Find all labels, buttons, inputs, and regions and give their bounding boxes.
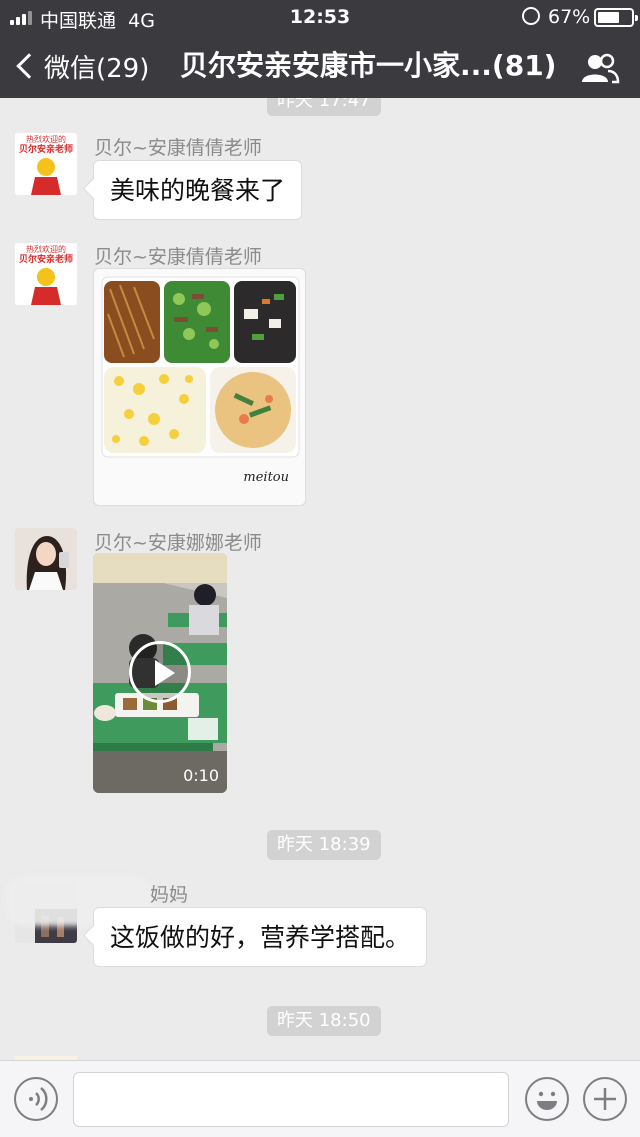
chevron-left-icon: [16, 53, 42, 79]
status-time: 12:53: [289, 6, 351, 28]
avatar-badge-top: 热烈欢迎的: [26, 244, 66, 254]
avatar-badge-bottom: 贝尔安亲老师: [19, 143, 73, 155]
sender-name: 贝尔~安康娜娜老师: [94, 532, 262, 554]
back-label: 微信(29): [44, 53, 150, 84]
video-message[interactable]: 0:10: [93, 553, 227, 793]
dinner-photo: meitou: [101, 276, 300, 485]
avatar-badge-bottom: 贝尔安亲老师: [19, 253, 73, 265]
plus-icon[interactable]: [583, 1077, 627, 1121]
avatar[interactable]: 热烈欢迎的 贝尔安亲老师: [15, 243, 77, 305]
video-duration: 0:10: [183, 766, 219, 785]
battery-percent: 67%: [548, 6, 591, 28]
sender-name: 贝尔~安康倩倩老师: [94, 246, 262, 268]
timestamp: 昨天 17:47: [267, 98, 381, 116]
image-message[interactable]: meitou: [93, 268, 306, 506]
avatar[interactable]: [15, 528, 77, 590]
back-button[interactable]: 微信(29): [12, 46, 149, 86]
message-input[interactable]: [73, 1072, 509, 1127]
timestamp: 昨天 18:39: [267, 830, 381, 860]
message-bubble[interactable]: 美味的晚餐来了: [93, 160, 303, 220]
avatar[interactable]: 热烈欢迎的 贝尔安亲老师: [15, 133, 77, 195]
rotation-lock-icon: [522, 7, 540, 25]
chat-area[interactable]: 昨天 17:47 热烈欢迎的 贝尔安亲老师 贝尔~安康倩倩老师 美味的晚餐来了 …: [0, 98, 640, 1060]
sender-name: 妈妈: [150, 884, 189, 906]
message-bubble[interactable]: 这饭做的好，营养学搭配。: [93, 907, 428, 967]
sender-name: 贝尔~安康倩倩老师: [94, 137, 262, 159]
avatar-badge-top: 热烈欢迎的: [26, 134, 66, 144]
top-bar: 中国联通 4G 12:53 67% 微信(29) 贝尔安亲安康市一小家...(8…: [0, 0, 640, 98]
group-members-icon[interactable]: [580, 52, 620, 84]
emoji-icon[interactable]: [525, 1077, 569, 1121]
chat-title: 贝尔安亲安康市一小家...(81): [180, 49, 557, 82]
input-bar: [0, 1060, 640, 1137]
play-icon[interactable]: [129, 641, 191, 703]
image-caption: meitou: [243, 470, 289, 485]
status-bar: 中国联通 4G 12:53 67%: [0, 0, 640, 36]
timestamp: 昨天 18:50: [267, 1006, 381, 1036]
voice-icon[interactable]: [14, 1077, 58, 1121]
battery-icon: [594, 8, 638, 27]
